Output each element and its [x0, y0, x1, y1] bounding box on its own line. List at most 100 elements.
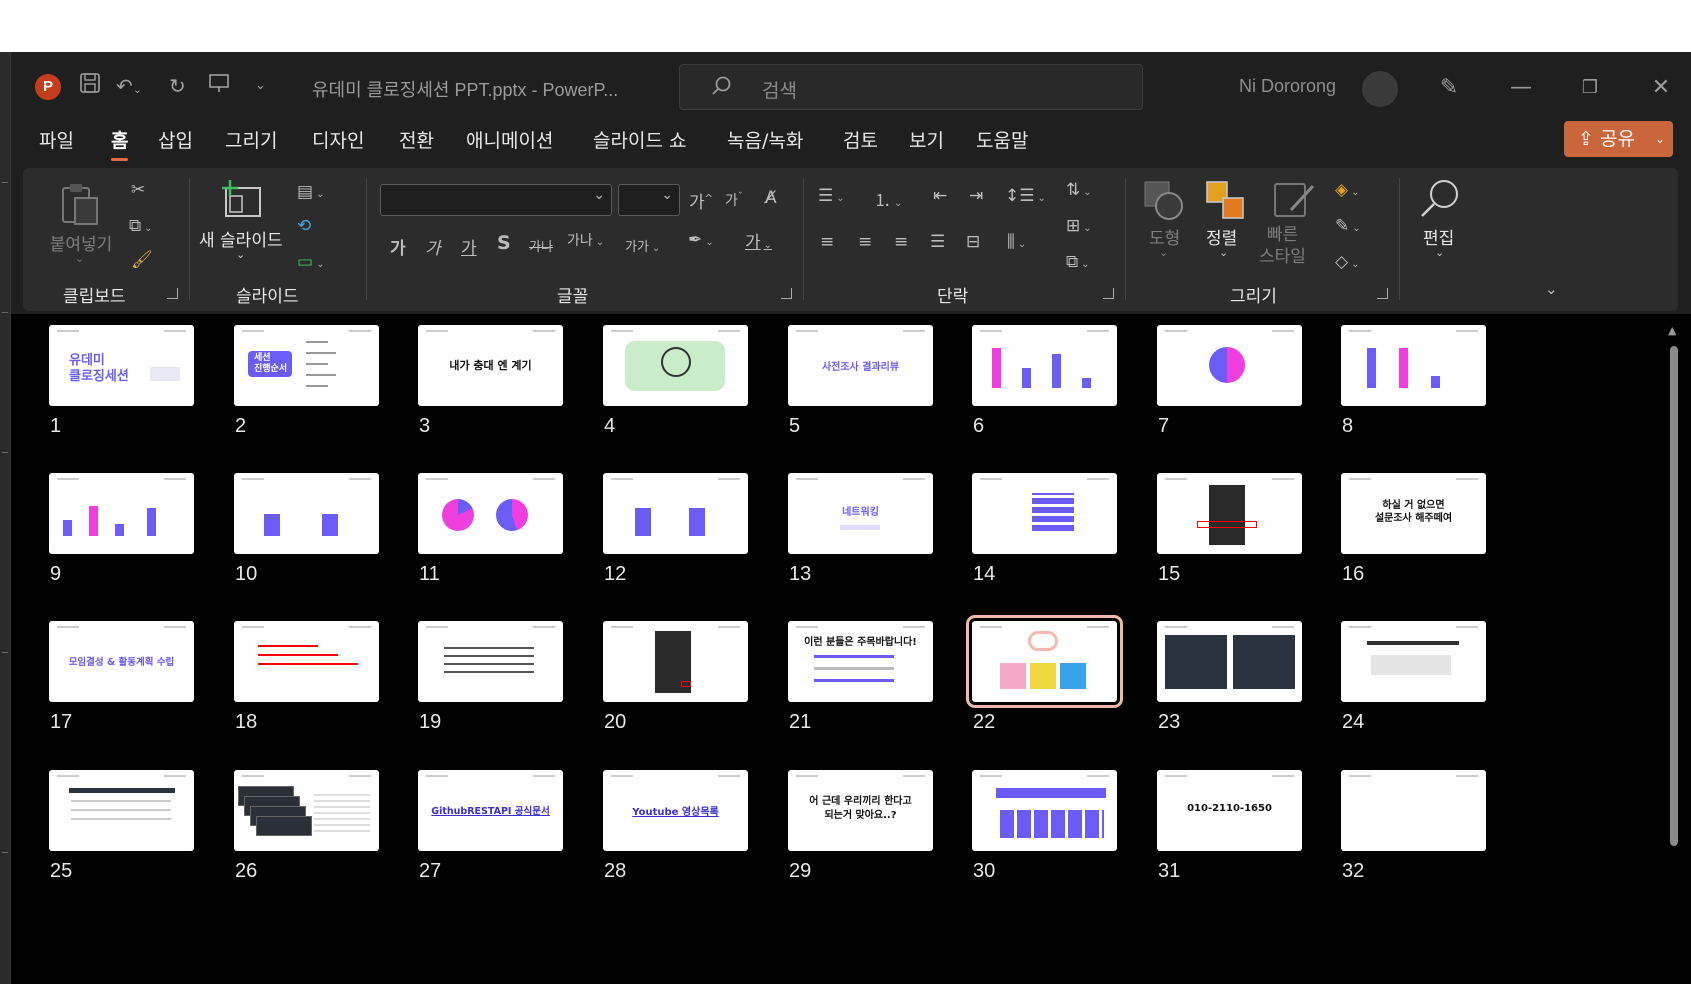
smartart-icon[interactable]: ⧉ ⌄: [1066, 252, 1090, 272]
decrease-indent-icon[interactable]: ⇤: [933, 186, 947, 206]
grow-font-icon[interactable]: 가^: [689, 188, 713, 213]
paragraph-launcher-icon[interactable]: [1103, 288, 1114, 299]
shapes-icon[interactable]: [1143, 180, 1185, 226]
align-center-icon[interactable]: ≡: [858, 232, 872, 252]
slide-thumbnail-28[interactable]: Youtube 영상목록: [603, 770, 748, 851]
slide-thumbnail-15[interactable]: [1157, 473, 1302, 554]
restore-button[interactable]: ❐: [1570, 68, 1610, 108]
line-spacing-icon[interactable]: ↕☰ ⌄: [1005, 186, 1046, 206]
align-left-icon[interactable]: ≡: [820, 232, 834, 252]
shape-fill-icon[interactable]: ◈ ⌄: [1335, 180, 1359, 200]
slide-thumbnail-7[interactable]: [1157, 325, 1302, 406]
scroll-thumb[interactable]: [1670, 346, 1678, 846]
distributed-icon[interactable]: ⊟: [966, 232, 980, 252]
slide-thumbnail-4[interactable]: [603, 325, 748, 406]
slide-thumbnail-1[interactable]: 유데미 클로징세션: [49, 325, 194, 406]
clear-formatting-icon[interactable]: A̸: [765, 188, 777, 208]
underline-button[interactable]: 가: [461, 234, 477, 259]
present-from-start-icon[interactable]: [208, 72, 230, 101]
italic-button[interactable]: 가: [425, 234, 441, 259]
slide-thumbnail-3[interactable]: 내가 충대 엔 계기: [418, 325, 563, 406]
numbering-icon[interactable]: ⒈ ⌄: [874, 186, 902, 211]
slide-thumbnail-8[interactable]: [1341, 325, 1486, 406]
slide-thumbnail-24[interactable]: [1341, 621, 1486, 702]
tab-view[interactable]: 보기: [909, 126, 944, 153]
shrink-font-icon[interactable]: 가ˇ: [725, 190, 743, 210]
tab-help[interactable]: 도움말: [976, 126, 1028, 153]
highlight-icon[interactable]: ✒ ⌄: [688, 230, 714, 250]
tab-insert[interactable]: 삽입: [158, 126, 193, 153]
tab-review[interactable]: 검토: [843, 126, 878, 153]
shape-effects-icon[interactable]: ◇ ⌄: [1335, 252, 1359, 272]
drawing-launcher-icon[interactable]: [1377, 288, 1388, 299]
strikethrough-button[interactable]: 가나: [529, 236, 553, 255]
font-launcher-icon[interactable]: [781, 288, 792, 299]
shapes-caret-icon[interactable]: ⌄: [1159, 246, 1168, 259]
quick-styles-label[interactable]: 빠른 스타일: [1259, 224, 1306, 268]
tab-draw[interactable]: 그리기: [225, 126, 277, 153]
new-slide-caret-icon[interactable]: ⌄: [236, 248, 245, 261]
shape-outline-icon[interactable]: ✎ ⌄: [1335, 216, 1361, 236]
section-icon[interactable]: ▭ ⌄: [297, 252, 324, 272]
scroll-up-icon[interactable]: ▲: [1668, 324, 1676, 337]
tab-transitions[interactable]: 전환: [399, 126, 434, 153]
paste-caret-icon[interactable]: ⌄: [75, 252, 84, 265]
save-icon[interactable]: [79, 72, 101, 101]
minimize-button[interactable]: —: [1501, 68, 1541, 108]
slide-thumbnail-12[interactable]: [603, 473, 748, 554]
tab-record[interactable]: 녹음/녹화: [727, 126, 803, 153]
align-text-icon[interactable]: ⊞ ⌄: [1066, 216, 1092, 236]
slide-thumbnail-11[interactable]: [418, 473, 563, 554]
arrange-caret-icon[interactable]: ⌄: [1219, 246, 1228, 259]
slide-thumbnail-27[interactable]: GithubRESTAPI 공식문서: [418, 770, 563, 851]
tab-slideshow[interactable]: 슬라이드 쇼: [593, 126, 686, 153]
new-slide-icon[interactable]: [220, 178, 264, 224]
slide-thumbnail-20[interactable]: [603, 621, 748, 702]
font-family-select[interactable]: [380, 184, 612, 216]
quick-styles-icon[interactable]: [1273, 180, 1317, 226]
search-box[interactable]: 검색: [679, 64, 1143, 110]
avatar[interactable]: [1362, 71, 1398, 107]
editing-caret-icon[interactable]: ⌄: [1435, 246, 1444, 259]
redo-icon[interactable]: ↻: [169, 72, 186, 100]
justify-icon[interactable]: ☰: [930, 232, 945, 252]
slide-thumbnail-13[interactable]: 네트워킹: [788, 473, 933, 554]
close-button[interactable]: ✕: [1641, 68, 1681, 108]
bold-button[interactable]: 가: [390, 234, 406, 259]
slide-thumbnail-32[interactable]: [1341, 770, 1486, 851]
slide-thumbnail-9[interactable]: [49, 473, 194, 554]
arrange-icon[interactable]: [1205, 180, 1247, 226]
slide-thumbnail-18[interactable]: [234, 621, 379, 702]
tab-design[interactable]: 디자인: [312, 126, 364, 153]
customize-toolbar-icon[interactable]: ⌄: [255, 72, 266, 100]
designer-icon[interactable]: ✎: [1429, 68, 1469, 108]
text-direction-icon[interactable]: ⇅ ⌄: [1066, 180, 1092, 200]
columns-icon[interactable]: ⫼ ⌄: [1007, 232, 1026, 252]
user-name[interactable]: Ni Dororong: [1239, 76, 1336, 97]
cut-icon[interactable]: ✂: [131, 180, 145, 200]
slide-thumbnail-22[interactable]: [966, 615, 1123, 708]
slide-thumbnail-5[interactable]: 사전조사 결과리뷰: [788, 325, 933, 406]
vertical-scrollbar[interactable]: ▲: [1667, 322, 1681, 962]
share-button[interactable]: ⇪ 공유 ⌄: [1564, 121, 1673, 157]
slide-thumbnail-19[interactable]: [418, 621, 563, 702]
font-size-select[interactable]: [618, 184, 680, 216]
copy-icon[interactable]: ⧉ ⌄: [129, 216, 153, 236]
slide-thumbnail-2[interactable]: 세션 진행순서: [234, 325, 379, 406]
format-painter-icon[interactable]: 🖌: [131, 250, 153, 270]
slide-thumbnail-17[interactable]: 모임결성 & 활동계획 수립: [49, 621, 194, 702]
shadow-button[interactable]: S: [497, 232, 511, 254]
slide-thumbnail-10[interactable]: [234, 473, 379, 554]
slide-thumbnail-16[interactable]: 하실 거 없으면 설문조사 해주떼여: [1341, 473, 1486, 554]
increase-indent-icon[interactable]: ⇥: [969, 186, 983, 206]
paste-icon[interactable]: [59, 182, 103, 232]
font-color-button[interactable]: 가 ⌄: [745, 228, 772, 253]
layout-icon[interactable]: ▤ ⌄: [297, 182, 324, 202]
align-right-icon[interactable]: ≡: [894, 232, 908, 252]
tab-file[interactable]: 파일: [39, 126, 74, 153]
slide-thumbnail-6[interactable]: [972, 325, 1117, 406]
tab-home[interactable]: 홈: [111, 126, 129, 161]
clipboard-launcher-icon[interactable]: [167, 288, 178, 299]
slide-thumbnail-31[interactable]: 010-2110-1650: [1157, 770, 1302, 851]
change-case-button[interactable]: 가가 ⌄: [625, 236, 660, 255]
